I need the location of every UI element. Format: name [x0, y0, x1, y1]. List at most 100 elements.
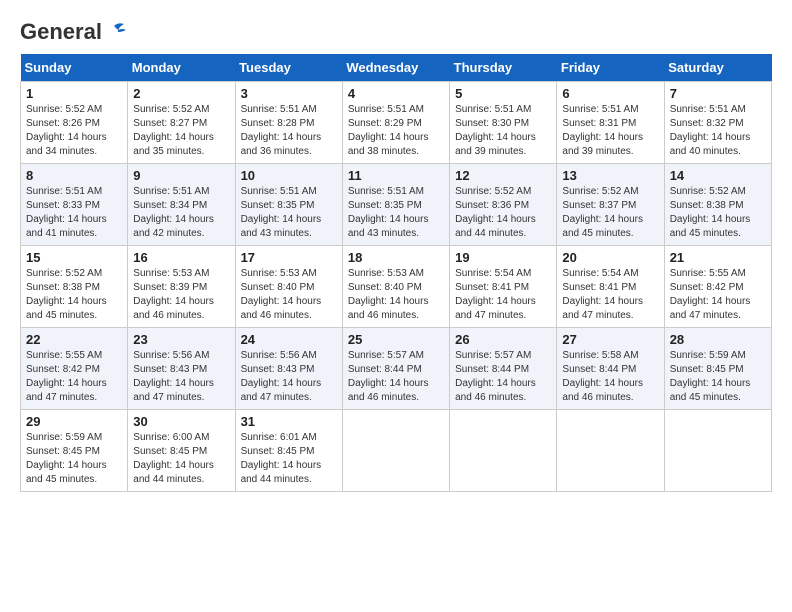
- page-header: General: [20, 20, 772, 44]
- day-info: Sunrise: 5:54 AMSunset: 8:41 PMDaylight:…: [562, 267, 658, 323]
- day-number: 26: [455, 332, 551, 347]
- calendar-cell: 19 Sunrise: 5:54 AMSunset: 8:41 PMDaylig…: [450, 246, 557, 328]
- day-number: 25: [348, 332, 444, 347]
- logo-text: General: [20, 20, 102, 44]
- calendar-week-3: 22 Sunrise: 5:55 AMSunset: 8:42 PMDaylig…: [21, 328, 772, 410]
- day-number: 18: [348, 250, 444, 265]
- day-info: Sunrise: 5:53 AMSunset: 8:40 PMDaylight:…: [348, 267, 444, 323]
- day-number: 31: [241, 414, 337, 429]
- day-number: 19: [455, 250, 551, 265]
- calendar-cell: 1 Sunrise: 5:52 AMSunset: 8:26 PMDayligh…: [21, 82, 128, 164]
- day-number: 3: [241, 86, 337, 101]
- calendar-cell: 8 Sunrise: 5:51 AMSunset: 8:33 PMDayligh…: [21, 164, 128, 246]
- calendar-cell: 4 Sunrise: 5:51 AMSunset: 8:29 PMDayligh…: [342, 82, 449, 164]
- calendar-cell: 31 Sunrise: 6:01 AMSunset: 8:45 PMDaylig…: [235, 410, 342, 492]
- header-tuesday: Tuesday: [235, 54, 342, 82]
- day-info: Sunrise: 5:51 AMSunset: 8:28 PMDaylight:…: [241, 103, 337, 159]
- day-number: 29: [26, 414, 122, 429]
- day-info: Sunrise: 5:52 AMSunset: 8:37 PMDaylight:…: [562, 185, 658, 241]
- calendar-cell: [664, 410, 771, 492]
- day-number: 17: [241, 250, 337, 265]
- day-info: Sunrise: 5:53 AMSunset: 8:39 PMDaylight:…: [133, 267, 229, 323]
- day-number: 28: [670, 332, 766, 347]
- header-saturday: Saturday: [664, 54, 771, 82]
- calendar-cell: 26 Sunrise: 5:57 AMSunset: 8:44 PMDaylig…: [450, 328, 557, 410]
- day-info: Sunrise: 5:51 AMSunset: 8:33 PMDaylight:…: [26, 185, 122, 241]
- day-info: Sunrise: 5:52 AMSunset: 8:27 PMDaylight:…: [133, 103, 229, 159]
- day-number: 4: [348, 86, 444, 101]
- calendar-cell: 30 Sunrise: 6:00 AMSunset: 8:45 PMDaylig…: [128, 410, 235, 492]
- logo: General: [20, 20, 126, 44]
- day-info: Sunrise: 5:58 AMSunset: 8:44 PMDaylight:…: [562, 349, 658, 405]
- day-number: 9: [133, 168, 229, 183]
- day-info: Sunrise: 5:51 AMSunset: 8:35 PMDaylight:…: [241, 185, 337, 241]
- header-monday: Monday: [128, 54, 235, 82]
- day-info: Sunrise: 5:52 AMSunset: 8:38 PMDaylight:…: [670, 185, 766, 241]
- day-info: Sunrise: 5:56 AMSunset: 8:43 PMDaylight:…: [241, 349, 337, 405]
- calendar-cell: 28 Sunrise: 5:59 AMSunset: 8:45 PMDaylig…: [664, 328, 771, 410]
- day-number: 5: [455, 86, 551, 101]
- day-info: Sunrise: 6:01 AMSunset: 8:45 PMDaylight:…: [241, 431, 337, 487]
- day-number: 6: [562, 86, 658, 101]
- day-info: Sunrise: 5:53 AMSunset: 8:40 PMDaylight:…: [241, 267, 337, 323]
- day-info: Sunrise: 5:55 AMSunset: 8:42 PMDaylight:…: [670, 267, 766, 323]
- day-info: Sunrise: 5:59 AMSunset: 8:45 PMDaylight:…: [26, 431, 122, 487]
- day-info: Sunrise: 5:57 AMSunset: 8:44 PMDaylight:…: [455, 349, 551, 405]
- calendar-cell: 23 Sunrise: 5:56 AMSunset: 8:43 PMDaylig…: [128, 328, 235, 410]
- calendar-cell: 2 Sunrise: 5:52 AMSunset: 8:27 PMDayligh…: [128, 82, 235, 164]
- calendar-cell: 27 Sunrise: 5:58 AMSunset: 8:44 PMDaylig…: [557, 328, 664, 410]
- calendar-cell: 6 Sunrise: 5:51 AMSunset: 8:31 PMDayligh…: [557, 82, 664, 164]
- day-info: Sunrise: 5:59 AMSunset: 8:45 PMDaylight:…: [670, 349, 766, 405]
- day-info: Sunrise: 5:51 AMSunset: 8:29 PMDaylight:…: [348, 103, 444, 159]
- day-number: 24: [241, 332, 337, 347]
- calendar-week-4: 29 Sunrise: 5:59 AMSunset: 8:45 PMDaylig…: [21, 410, 772, 492]
- day-info: Sunrise: 5:52 AMSunset: 8:26 PMDaylight:…: [26, 103, 122, 159]
- calendar-cell: 14 Sunrise: 5:52 AMSunset: 8:38 PMDaylig…: [664, 164, 771, 246]
- day-number: 20: [562, 250, 658, 265]
- day-info: Sunrise: 5:52 AMSunset: 8:38 PMDaylight:…: [26, 267, 122, 323]
- bird-icon: [104, 22, 126, 42]
- day-number: 1: [26, 86, 122, 101]
- day-number: 8: [26, 168, 122, 183]
- calendar-cell: [342, 410, 449, 492]
- header-wednesday: Wednesday: [342, 54, 449, 82]
- header-thursday: Thursday: [450, 54, 557, 82]
- day-number: 27: [562, 332, 658, 347]
- calendar-cell: [450, 410, 557, 492]
- day-info: Sunrise: 5:57 AMSunset: 8:44 PMDaylight:…: [348, 349, 444, 405]
- day-number: 14: [670, 168, 766, 183]
- day-number: 11: [348, 168, 444, 183]
- calendar-cell: 7 Sunrise: 5:51 AMSunset: 8:32 PMDayligh…: [664, 82, 771, 164]
- day-info: Sunrise: 5:54 AMSunset: 8:41 PMDaylight:…: [455, 267, 551, 323]
- calendar-table: SundayMondayTuesdayWednesdayThursdayFrid…: [20, 54, 772, 492]
- calendar-cell: 18 Sunrise: 5:53 AMSunset: 8:40 PMDaylig…: [342, 246, 449, 328]
- day-info: Sunrise: 6:00 AMSunset: 8:45 PMDaylight:…: [133, 431, 229, 487]
- day-number: 23: [133, 332, 229, 347]
- day-info: Sunrise: 5:51 AMSunset: 8:31 PMDaylight:…: [562, 103, 658, 159]
- calendar-cell: 21 Sunrise: 5:55 AMSunset: 8:42 PMDaylig…: [664, 246, 771, 328]
- calendar-header-row: SundayMondayTuesdayWednesdayThursdayFrid…: [21, 54, 772, 82]
- calendar-week-2: 15 Sunrise: 5:52 AMSunset: 8:38 PMDaylig…: [21, 246, 772, 328]
- calendar-week-1: 8 Sunrise: 5:51 AMSunset: 8:33 PMDayligh…: [21, 164, 772, 246]
- day-info: Sunrise: 5:55 AMSunset: 8:42 PMDaylight:…: [26, 349, 122, 405]
- header-friday: Friday: [557, 54, 664, 82]
- day-info: Sunrise: 5:51 AMSunset: 8:35 PMDaylight:…: [348, 185, 444, 241]
- calendar-cell: 22 Sunrise: 5:55 AMSunset: 8:42 PMDaylig…: [21, 328, 128, 410]
- calendar-cell: 20 Sunrise: 5:54 AMSunset: 8:41 PMDaylig…: [557, 246, 664, 328]
- calendar-cell: 11 Sunrise: 5:51 AMSunset: 8:35 PMDaylig…: [342, 164, 449, 246]
- day-number: 21: [670, 250, 766, 265]
- calendar-cell: 13 Sunrise: 5:52 AMSunset: 8:37 PMDaylig…: [557, 164, 664, 246]
- day-info: Sunrise: 5:56 AMSunset: 8:43 PMDaylight:…: [133, 349, 229, 405]
- calendar-cell: 25 Sunrise: 5:57 AMSunset: 8:44 PMDaylig…: [342, 328, 449, 410]
- day-info: Sunrise: 5:51 AMSunset: 8:32 PMDaylight:…: [670, 103, 766, 159]
- day-info: Sunrise: 5:51 AMSunset: 8:30 PMDaylight:…: [455, 103, 551, 159]
- day-info: Sunrise: 5:52 AMSunset: 8:36 PMDaylight:…: [455, 185, 551, 241]
- day-number: 16: [133, 250, 229, 265]
- calendar-cell: [557, 410, 664, 492]
- calendar-cell: 15 Sunrise: 5:52 AMSunset: 8:38 PMDaylig…: [21, 246, 128, 328]
- day-number: 30: [133, 414, 229, 429]
- day-info: Sunrise: 5:51 AMSunset: 8:34 PMDaylight:…: [133, 185, 229, 241]
- day-number: 13: [562, 168, 658, 183]
- day-number: 15: [26, 250, 122, 265]
- calendar-week-0: 1 Sunrise: 5:52 AMSunset: 8:26 PMDayligh…: [21, 82, 772, 164]
